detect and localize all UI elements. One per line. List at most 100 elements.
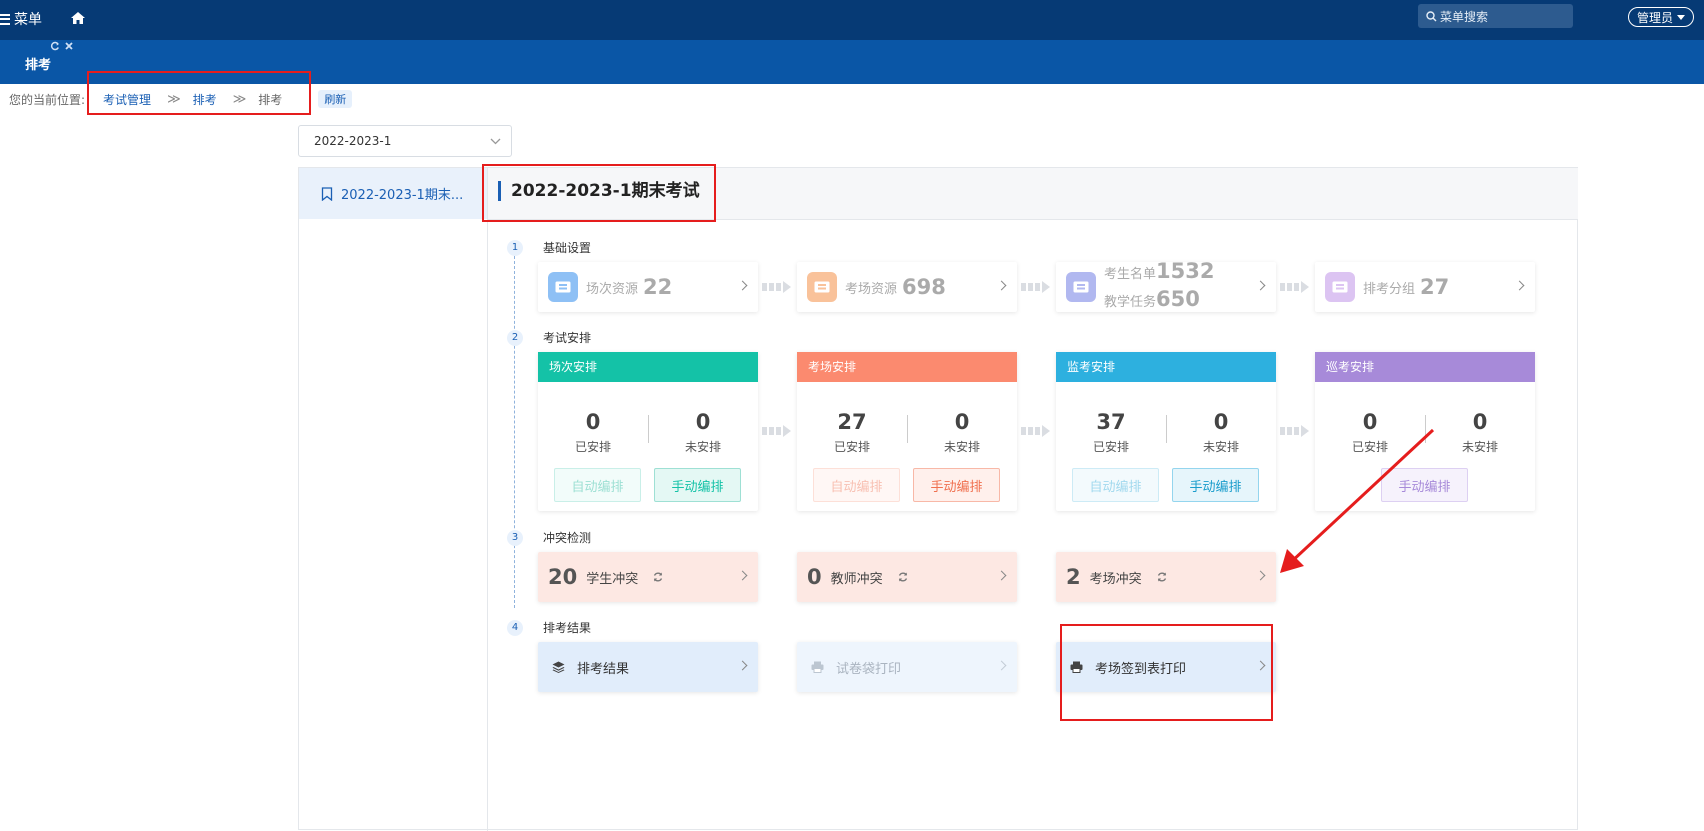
ticket-icon [807, 272, 837, 302]
resource-label: 场次资源 [586, 281, 639, 297]
annotation-box-signin-print [1060, 624, 1273, 721]
annotation-box-breadcrumb [87, 71, 311, 115]
chevron-right-icon [737, 280, 748, 291]
printer-icon [811, 661, 824, 673]
menu-search-input[interactable]: 菜单搜索 [1418, 4, 1573, 28]
term-select[interactable]: 2022-2023-1 [298, 125, 512, 157]
session-resource-card[interactable]: 场次资源 22 [538, 262, 758, 312]
chevron-right-icon [1255, 280, 1266, 291]
sidebar-item-exam[interactable]: 2022-2023-1期末... [299, 168, 487, 219]
refresh-button[interactable]: 刷新 [318, 90, 353, 108]
unarranged-count: 0 [1213, 410, 1229, 434]
hamburger-icon [0, 13, 10, 25]
arranged-label: 已安排 [1092, 440, 1129, 454]
exam-list-sidebar: 2022-2023-1期末... [299, 168, 488, 831]
manual-arrange-button[interactable]: 手动编排 [654, 468, 741, 502]
step-label-conflict: 冲突检测 [543, 531, 592, 545]
menu-button[interactable]: 菜单 [0, 9, 42, 29]
conflict-label: 学生冲突 [586, 571, 639, 587]
sync-icon[interactable] [652, 571, 664, 583]
user-menu-button[interactable]: 管理员 [1628, 7, 1695, 27]
chevron-right-icon [996, 570, 1007, 581]
conflict-label: 考场冲突 [1089, 571, 1142, 587]
ticket-icon [1325, 272, 1355, 302]
bookmark-icon [321, 186, 333, 201]
arrange-card-title: 考场安排 [797, 352, 1017, 382]
divider [1166, 415, 1167, 443]
chevron-right-icon [737, 570, 748, 581]
result-label: 排考结果 [577, 661, 630, 677]
flow-arrow-icon [1021, 281, 1050, 293]
arranged-label: 已安排 [574, 440, 611, 454]
auto-arrange-button[interactable]: 自动编排 [1072, 468, 1159, 502]
unarranged-label: 未安排 [943, 440, 980, 454]
manual-arrange-button[interactable]: 手动编排 [913, 468, 1000, 502]
auto-arrange-button[interactable]: 自动编排 [813, 468, 900, 502]
unarranged-count: 0 [1472, 410, 1488, 434]
flow-arrow-icon [762, 425, 791, 437]
unarranged-count: 0 [695, 410, 711, 434]
chevron-right-icon [996, 660, 1007, 671]
manual-arrange-button[interactable]: 手动编排 [1381, 468, 1468, 502]
step-number-2: 2 [507, 330, 523, 346]
sidebar-item-label: 2022-2023-1期末... [341, 188, 464, 203]
teacher-conflict-card[interactable]: 0 教师冲突 [797, 552, 1017, 602]
step-label-arrange: 考试安排 [543, 331, 592, 345]
unarranged-label: 未安排 [684, 440, 721, 454]
step-number-4: 4 [507, 620, 523, 636]
tab-paikao[interactable]: 排考 [14, 40, 84, 84]
room-conflict-card[interactable]: 2 考场冲突 [1056, 552, 1276, 602]
flow-arrow-icon [1280, 425, 1309, 437]
conflict-count: 0 [807, 565, 822, 589]
step-label-basic: 基础设置 [543, 241, 592, 255]
ticket-icon [548, 272, 578, 302]
layers-icon [552, 661, 565, 673]
resource-label: 排考分组 [1363, 281, 1416, 297]
chevron-right-icon [996, 280, 1007, 291]
sync-icon[interactable] [897, 571, 909, 583]
chevron-right-icon [1514, 280, 1525, 291]
close-tab-icon[interactable] [64, 41, 74, 51]
unarranged-label: 未安排 [1202, 440, 1239, 454]
arrange-card-title: 场次安排 [538, 352, 758, 382]
step-label-results: 排考结果 [543, 621, 592, 635]
manual-arrange-button[interactable]: 手动编排 [1172, 468, 1259, 502]
resource-value: 27 [1420, 275, 1450, 299]
exam-result-card[interactable]: 排考结果 [538, 642, 758, 692]
unarranged-label: 未安排 [1461, 440, 1498, 454]
tab-label: 排考 [25, 58, 52, 73]
resource-value-2: 650 [1156, 287, 1200, 311]
caret-down-icon [1677, 14, 1686, 20]
group-card[interactable]: 排考分组 27 [1315, 262, 1535, 312]
arranged-label: 已安排 [1351, 440, 1388, 454]
step-connector [514, 256, 515, 608]
arranged-count: 37 [1096, 410, 1126, 434]
step-number-1: 1 [507, 240, 523, 256]
unarranged-count: 0 [954, 410, 970, 434]
flow-arrow-icon [762, 281, 791, 293]
paper-bag-print-card[interactable]: 试卷袋打印 [797, 642, 1017, 692]
resource-label: 考场资源 [845, 281, 898, 297]
sync-icon[interactable] [1156, 571, 1168, 583]
auto-arrange-button[interactable]: 自动编排 [554, 468, 641, 502]
chevron-down-icon [490, 138, 501, 145]
user-name: 管理员 [1637, 10, 1674, 25]
arranged-count: 0 [585, 410, 601, 434]
student-list-card[interactable]: 考生名单1532 教学任务650 [1056, 259, 1276, 312]
ticket-icon [1066, 272, 1096, 302]
menu-label: 菜单 [14, 12, 42, 28]
arrange-card-title: 巡考安排 [1315, 352, 1535, 382]
student-conflict-card[interactable]: 20 学生冲突 [538, 552, 758, 602]
refresh-tab-icon[interactable] [50, 41, 60, 51]
arranged-count: 0 [1362, 410, 1378, 434]
room-arrange-card: 考场安排 27 已安排 0 未安排 自动编排 手动编排 [797, 352, 1017, 511]
top-navbar: 菜单 菜单搜索 管理员 [0, 0, 1704, 40]
room-resource-card[interactable]: 考场资源 698 [797, 262, 1017, 312]
flow-arrow-icon [1021, 425, 1050, 437]
result-label: 试卷袋打印 [836, 661, 902, 677]
step-number-3: 3 [507, 530, 523, 546]
home-icon[interactable] [70, 11, 86, 25]
resource-value: 698 [902, 275, 946, 299]
divider [907, 415, 908, 443]
arranged-count: 27 [837, 410, 867, 434]
